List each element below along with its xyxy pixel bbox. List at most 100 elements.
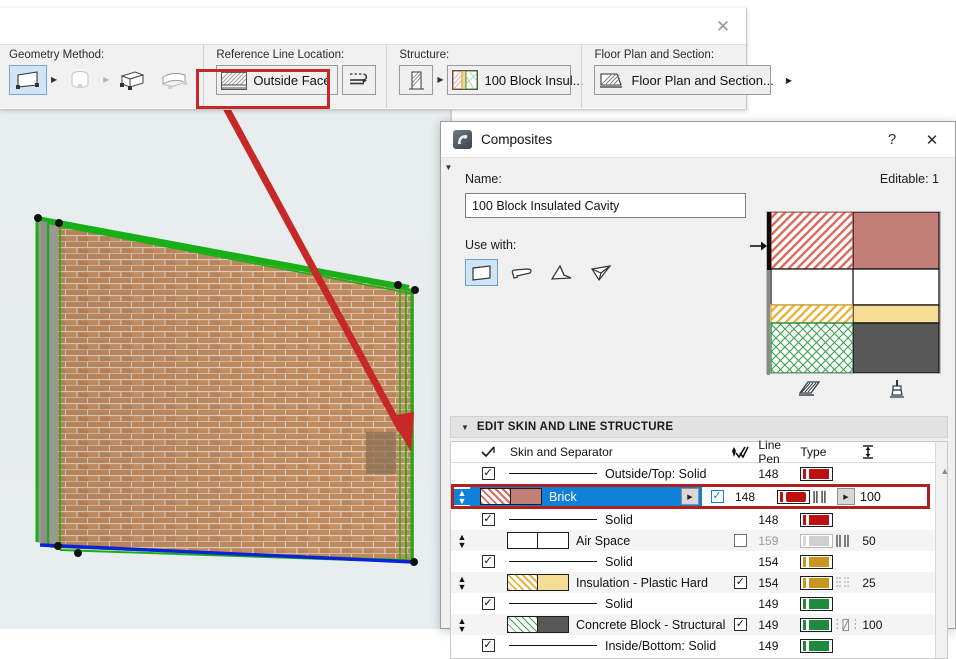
material-swatches[interactable] bbox=[507, 574, 569, 591]
composite-structure-icon[interactable] bbox=[399, 65, 434, 95]
composites-dialog[interactable]: Composites ? ✕ ▼ Name: Use with: bbox=[440, 121, 956, 659]
material-swatches[interactable] bbox=[507, 532, 569, 549]
row-pen-swatch[interactable] bbox=[795, 512, 857, 527]
table-row[interactable]: ▲ ▼ Concrete Block - Structural ✓ 149 10… bbox=[451, 614, 936, 635]
structure-combo[interactable]: 100 Block Insul... ▶ bbox=[447, 65, 602, 95]
thickness-input[interactable] bbox=[855, 487, 927, 506]
trapezoid-wall-icon[interactable] bbox=[155, 65, 193, 95]
row-core-checkbox[interactable]: ✓ bbox=[702, 487, 732, 506]
table-row[interactable]: ✓ Inside/Bottom: Solid 149 bbox=[451, 635, 936, 656]
material-swatches[interactable] bbox=[480, 488, 542, 505]
row-pen-swatch[interactable] bbox=[795, 638, 857, 653]
skin-table-wrap[interactable]: Skin and Separator Line Pen Type ✓ Outsi… bbox=[450, 438, 949, 659]
row-pen-swatch[interactable] bbox=[795, 596, 857, 611]
row-use-checkbox[interactable]: ✓ bbox=[473, 597, 503, 610]
skin-section-header[interactable]: ▼ EDIT SKIN AND LINE STRUCTURE bbox=[450, 416, 948, 438]
chevron-right-icon[interactable]: ▶ bbox=[437, 76, 443, 84]
row-core-checkbox[interactable]: ✓ bbox=[725, 618, 755, 631]
shell-use-icon[interactable] bbox=[585, 259, 618, 286]
row-pen-swatch[interactable] bbox=[795, 466, 857, 481]
row-pen-swatch[interactable] bbox=[795, 575, 857, 590]
table-row[interactable]: ▲ ▼ Insulation - Plastic Hard ✓ 154 25 bbox=[451, 572, 936, 593]
type-line-icon bbox=[821, 490, 826, 503]
floor-plan-section-label: Floor Plan and Section: bbox=[594, 49, 715, 61]
row-pen-swatch[interactable] bbox=[772, 487, 834, 506]
table-row[interactable]: ▲ ▼ Air Space 159 50 bbox=[451, 530, 936, 551]
table-row-brick[interactable]: ▲ ▼ Brick ▶ ✓ 148 ▶ 100 bbox=[454, 487, 927, 506]
material-popup-button[interactable]: ▶ bbox=[681, 488, 699, 505]
close-icon[interactable]: ✕ bbox=[712, 16, 734, 38]
floor-plan-section-combo[interactable]: Floor Plan and Section... ▶ bbox=[594, 65, 792, 95]
composite-name-input[interactable] bbox=[465, 193, 746, 218]
row-drag-handle[interactable]: ▲ ▼ bbox=[451, 532, 473, 549]
scroll-up-icon[interactable]: ▲ bbox=[936, 466, 953, 476]
row-drag-handle[interactable]: ▲ ▼ bbox=[454, 488, 470, 505]
table-row[interactable]: ✓ Solid 148 bbox=[451, 509, 936, 530]
row-use-checkbox[interactable]: ✓ bbox=[473, 467, 503, 480]
slab-use-icon[interactable] bbox=[505, 259, 538, 286]
chevron-right-icon[interactable]: ▶ bbox=[780, 76, 792, 85]
row-pen-swatch[interactable] bbox=[795, 617, 857, 632]
type-dashed-icon bbox=[836, 576, 841, 589]
chevron-down-icon[interactable]: ▼ bbox=[461, 423, 469, 432]
row-core-checkbox[interactable] bbox=[725, 534, 755, 547]
table-row[interactable]: ✓ Outside/Top: Solid 148 bbox=[451, 463, 936, 484]
row-pen[interactable]: 159 bbox=[755, 534, 795, 548]
row-pen[interactable]: 154 bbox=[755, 576, 795, 590]
material-swatches[interactable] bbox=[507, 616, 569, 633]
row-pen-swatch[interactable] bbox=[795, 554, 857, 569]
wall-use-icon[interactable] bbox=[465, 259, 498, 286]
rectangular-wall-icon[interactable] bbox=[113, 65, 151, 95]
row-pen[interactable]: 149 bbox=[755, 618, 795, 632]
type-header: Type bbox=[800, 445, 827, 459]
help-icon[interactable]: ? bbox=[879, 127, 905, 153]
floor-plan-section-value: Floor Plan and Section... bbox=[631, 72, 774, 88]
row-pen[interactable]: 149 bbox=[755, 639, 795, 653]
row-thickness[interactable]: 100 bbox=[857, 618, 935, 632]
wall-model[interactable] bbox=[0, 110, 452, 629]
row-label: Brick bbox=[549, 489, 577, 504]
thickness-popup-button[interactable]: ▶ bbox=[837, 488, 855, 505]
row-drag-handle[interactable]: ▲ ▼ bbox=[451, 616, 473, 633]
skin-section-title: EDIT SKIN AND LINE STRUCTURE bbox=[476, 421, 674, 433]
table-row[interactable]: ✓ Solid 149 bbox=[451, 593, 936, 614]
close-icon[interactable]: ✕ bbox=[919, 127, 945, 153]
straight-wall-icon[interactable] bbox=[9, 65, 47, 95]
row-thickness[interactable]: 50 bbox=[857, 534, 935, 548]
row-thickness[interactable]: 25 bbox=[857, 576, 935, 590]
row-label: Insulation - Plastic Hard bbox=[576, 575, 709, 590]
dialog-title: Composites bbox=[481, 132, 553, 147]
row-drag-handle[interactable]: ▲ ▼ bbox=[451, 574, 473, 591]
reference-line-location-combo[interactable]: Outside Face ▶ bbox=[216, 65, 349, 95]
table-row[interactable]: ✓ Solid 154 bbox=[451, 551, 936, 572]
flip-reference-line-button[interactable] bbox=[342, 65, 377, 95]
row-label-cell: Solid bbox=[503, 597, 725, 611]
row-label-cell: Outside/Top: Solid bbox=[503, 467, 725, 481]
preview-hatch-column bbox=[767, 212, 853, 375]
chevron-right-icon[interactable]: ▶ bbox=[51, 76, 57, 84]
row-pen[interactable]: 148 bbox=[755, 513, 795, 527]
thickness-cell[interactable]: ▶ bbox=[834, 487, 927, 506]
app-icon bbox=[453, 130, 472, 149]
skin-and-separator-header: Skin and Separator bbox=[510, 445, 613, 459]
paint-brush-icon-wrap[interactable] bbox=[854, 379, 942, 399]
row-pen[interactable]: 148 bbox=[755, 467, 795, 481]
paint-brush-icon bbox=[889, 380, 904, 398]
skin-table[interactable]: Skin and Separator Line Pen Type ✓ Outsi… bbox=[451, 438, 936, 658]
wall-settings-toolbar[interactable]: ✕ Geometry Method: ▶ ▶ Reference Line Lo… bbox=[0, 8, 792, 110]
curved-wall-icon bbox=[61, 65, 99, 95]
row-label-cell[interactable]: Brick ▶ bbox=[470, 487, 702, 506]
row-use-checkbox[interactable]: ✓ bbox=[473, 555, 503, 568]
roof-use-icon[interactable] bbox=[545, 259, 578, 286]
row-pen-swatch[interactable] bbox=[795, 533, 857, 548]
row-core-checkbox[interactable]: ✓ bbox=[725, 576, 755, 589]
composite-preview[interactable] bbox=[766, 211, 941, 375]
skin-table-scrollbar[interactable]: ▲ bbox=[935, 442, 949, 658]
row-pen[interactable]: 154 bbox=[755, 555, 795, 569]
row-pen[interactable]: 149 bbox=[755, 597, 795, 611]
row-label: Inside/Bottom: Solid bbox=[605, 638, 717, 653]
row-pen[interactable]: 148 bbox=[732, 487, 772, 506]
hatch-preview-icon-wrap[interactable] bbox=[766, 379, 854, 399]
row-use-checkbox[interactable]: ✓ bbox=[473, 513, 503, 526]
row-use-checkbox[interactable]: ✓ bbox=[473, 639, 503, 652]
